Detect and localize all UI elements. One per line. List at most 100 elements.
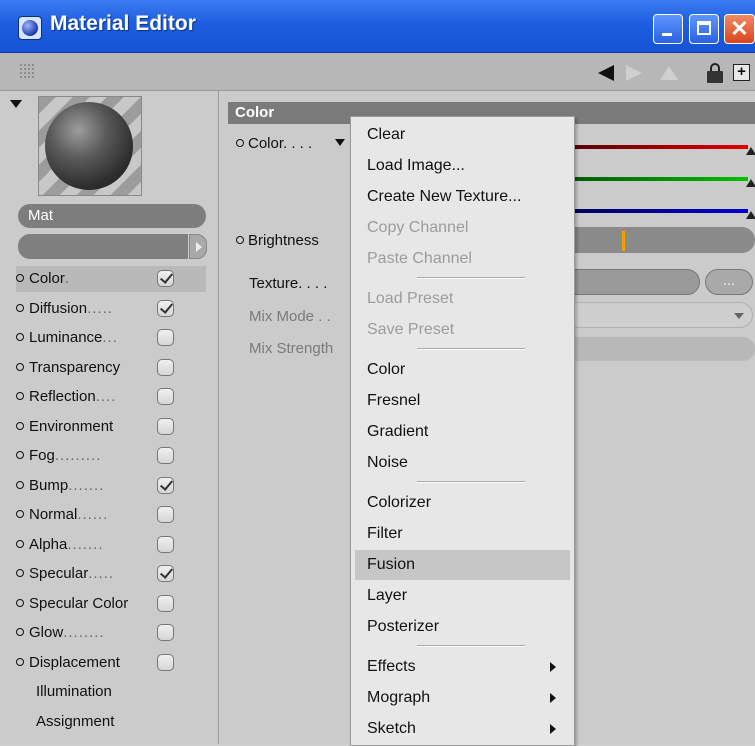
menu-item-create-new-texture[interactable]: Create New Texture... bbox=[355, 182, 570, 212]
channel-item[interactable]: Displacement bbox=[16, 650, 206, 676]
minimize-button[interactable] bbox=[653, 14, 683, 44]
lock-icon[interactable] bbox=[707, 63, 723, 83]
mix-mode-select[interactable] bbox=[573, 302, 753, 328]
animation-dot-icon[interactable] bbox=[236, 139, 244, 148]
menu-item-clear[interactable]: Clear bbox=[355, 120, 570, 150]
toolbar: + bbox=[0, 53, 755, 91]
channel-item[interactable]: Specular Color bbox=[16, 591, 206, 617]
channel-checkbox[interactable] bbox=[157, 477, 174, 494]
brightness-slider[interactable] bbox=[573, 227, 755, 253]
channel-checkbox[interactable] bbox=[157, 654, 174, 671]
menu-separator bbox=[417, 645, 525, 647]
channel-item[interactable]: Reflection.... bbox=[16, 384, 206, 410]
channel-checkbox[interactable] bbox=[157, 506, 174, 523]
channel-item[interactable]: Luminance... bbox=[16, 325, 206, 351]
blue-slider-thumb[interactable] bbox=[746, 211, 755, 219]
material-slider[interactable] bbox=[18, 234, 188, 259]
channel-item[interactable]: Environment bbox=[16, 414, 206, 440]
channel-item[interactable]: Transparency bbox=[16, 355, 206, 381]
context-menu: Clear Load Image... Create New Texture... C… bbox=[350, 116, 575, 746]
menu-item-gradient[interactable]: Gradient bbox=[355, 417, 570, 447]
menu-item-layer[interactable]: Layer bbox=[355, 581, 570, 611]
channel-checkbox[interactable] bbox=[157, 300, 174, 317]
up-arrow-icon[interactable] bbox=[660, 66, 678, 80]
channel-checkbox[interactable] bbox=[157, 329, 174, 346]
channel-item[interactable]: Bump....... bbox=[16, 473, 206, 499]
new-window-button[interactable]: + bbox=[733, 64, 750, 81]
channel-item[interactable]: Normal...... bbox=[16, 502, 206, 528]
mix-strength-slider[interactable] bbox=[573, 337, 755, 361]
channel-dot-icon bbox=[16, 510, 24, 519]
brightness-marker[interactable] bbox=[622, 231, 625, 251]
back-arrow-icon[interactable] bbox=[598, 65, 614, 81]
title-bar[interactable]: Material Editor ✕ bbox=[0, 0, 755, 53]
channel-item[interactable]: Glow........ bbox=[16, 620, 206, 646]
channel-checkbox[interactable] bbox=[157, 536, 174, 553]
red-slider[interactable] bbox=[573, 145, 748, 149]
color-dropdown-arrow-icon[interactable] bbox=[335, 139, 345, 146]
menu-item-effects[interactable]: Effects bbox=[355, 652, 570, 682]
texture-field[interactable] bbox=[573, 269, 700, 295]
menu-item-sketch[interactable]: Sketch bbox=[355, 714, 570, 744]
channel-checkbox[interactable] bbox=[157, 270, 174, 287]
menu-item-label: Load Image... bbox=[367, 157, 465, 174]
menu-item-label: Save Preset bbox=[367, 321, 455, 338]
forward-arrow-icon[interactable] bbox=[626, 65, 642, 81]
channel-item[interactable]: Diffusion..... bbox=[16, 296, 206, 322]
texture-browse-button[interactable]: ... bbox=[705, 269, 753, 295]
maximize-button[interactable] bbox=[689, 14, 719, 44]
channel-item[interactable]: Specular..... bbox=[16, 561, 206, 587]
channel-checkbox[interactable] bbox=[157, 418, 174, 435]
menu-item-posterizer[interactable]: Posterizer bbox=[355, 612, 570, 642]
channel-item[interactable]: Color. bbox=[16, 266, 206, 292]
menu-item-mograph[interactable]: Mograph bbox=[355, 683, 570, 713]
channel-label: Environment bbox=[29, 418, 114, 435]
menu-item-load-image[interactable]: Load Image... bbox=[355, 151, 570, 181]
menu-item-filter[interactable]: Filter bbox=[355, 519, 570, 549]
slider-arrow-button[interactable] bbox=[189, 234, 207, 259]
channel-dot-icon bbox=[16, 363, 24, 372]
channel-checkbox[interactable] bbox=[157, 565, 174, 582]
green-slider[interactable] bbox=[573, 177, 748, 181]
blue-slider[interactable] bbox=[573, 209, 748, 213]
channel-checkbox[interactable] bbox=[157, 624, 174, 641]
channel-dots: ... bbox=[102, 329, 118, 346]
menu-item-color[interactable]: Color bbox=[355, 355, 570, 385]
menu-item-fresnel[interactable]: Fresnel bbox=[355, 386, 570, 416]
channel-label: Specular Color bbox=[29, 595, 129, 612]
animation-dot-icon[interactable] bbox=[236, 236, 244, 245]
channel-checkbox[interactable] bbox=[157, 359, 174, 376]
color-property[interactable]: Color. . . . bbox=[236, 135, 312, 152]
close-button[interactable]: ✕ bbox=[724, 14, 755, 44]
menu-item-noise[interactable]: Noise bbox=[355, 448, 570, 478]
material-preview[interactable] bbox=[38, 96, 142, 196]
red-slider-thumb[interactable] bbox=[746, 147, 755, 155]
channel-label: Reflection bbox=[29, 388, 96, 405]
tab-illumination[interactable]: Illumination bbox=[36, 679, 112, 705]
menu-separator bbox=[417, 481, 525, 483]
collapse-arrow-icon[interactable] bbox=[10, 100, 22, 108]
menu-item-label: Copy Channel bbox=[367, 219, 469, 236]
tab-assignment[interactable]: Assignment bbox=[36, 709, 114, 735]
channel-item[interactable]: Fog......... bbox=[16, 443, 206, 469]
channel-label: Color bbox=[29, 270, 65, 287]
channel-checkbox[interactable] bbox=[157, 388, 174, 405]
channel-dot-icon bbox=[16, 422, 24, 431]
channel-checkbox[interactable] bbox=[157, 447, 174, 464]
channel-item[interactable]: Alpha....... bbox=[16, 532, 206, 558]
material-name-field[interactable]: Mat bbox=[18, 204, 206, 228]
channel-dot-icon bbox=[16, 658, 24, 667]
channel-label: Luminance bbox=[29, 329, 103, 346]
grip-handle-icon[interactable] bbox=[19, 63, 35, 79]
channel-label: Transparency bbox=[29, 359, 121, 376]
menu-item-fusion[interactable]: Fusion bbox=[355, 550, 570, 580]
window-title: Material Editor bbox=[50, 12, 196, 35]
menu-item-colorizer[interactable]: Colorizer bbox=[355, 488, 570, 518]
channel-checkbox[interactable] bbox=[157, 595, 174, 612]
channel-dot-icon bbox=[16, 333, 24, 342]
channel-dot-icon bbox=[16, 274, 24, 283]
menu-item-copy-channel: Copy Channel bbox=[355, 213, 570, 243]
channel-dot-icon bbox=[16, 628, 24, 637]
menu-item-label: Posterizer bbox=[367, 618, 440, 635]
green-slider-thumb[interactable] bbox=[746, 179, 755, 187]
